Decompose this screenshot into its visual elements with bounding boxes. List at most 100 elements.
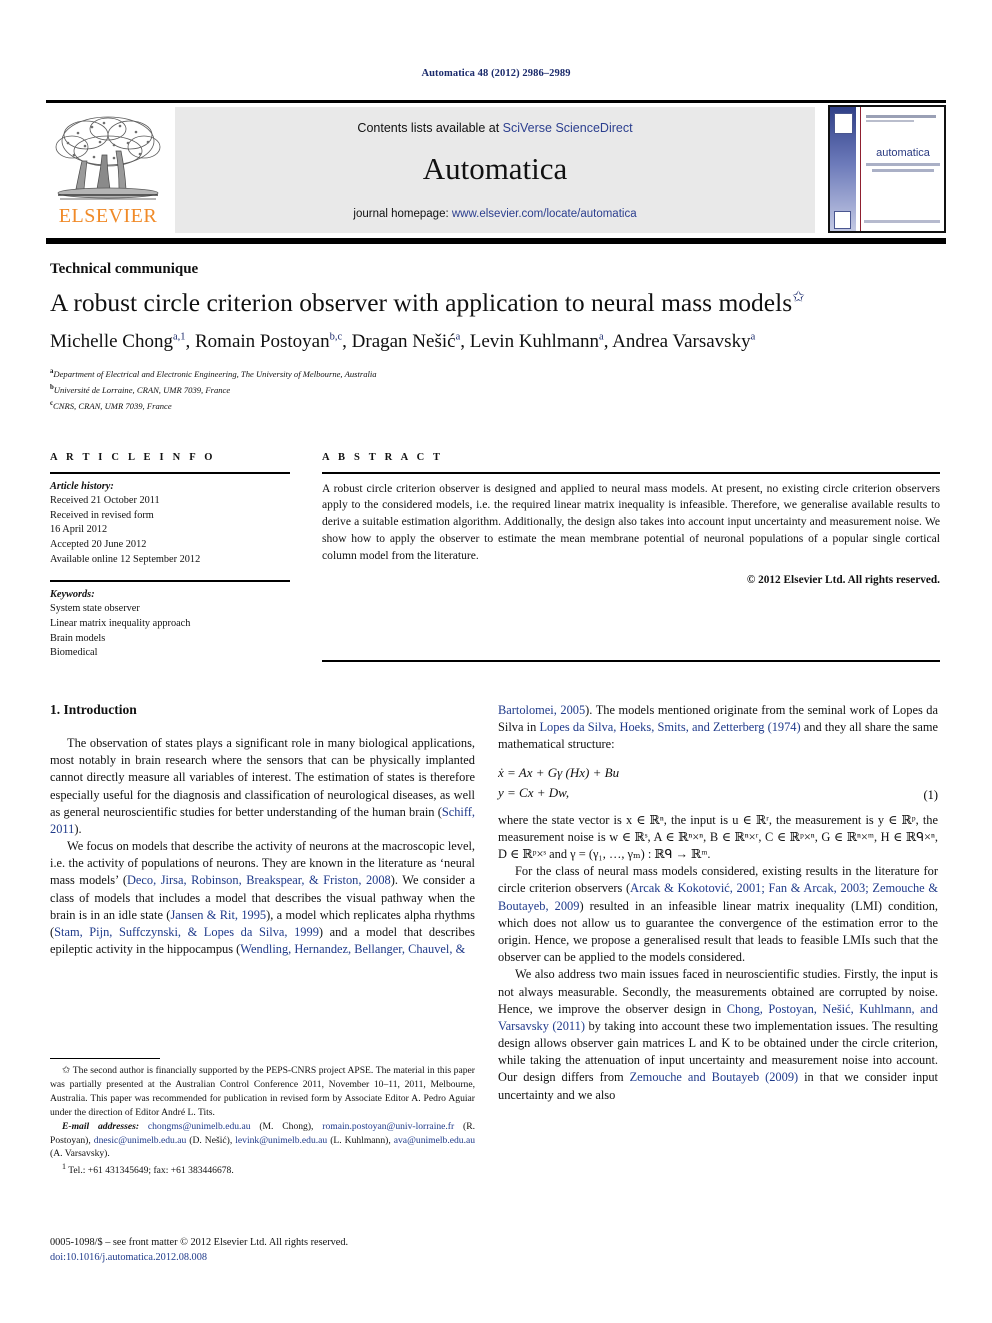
affiliation-list: aDepartment of Electrical and Electronic… (50, 366, 940, 413)
affiliation-text: Université de Lorraine, CRAN, UMR 7039, … (53, 384, 231, 395)
journal-banner: Contents lists available at SciVerse Sci… (175, 107, 815, 233)
body-paragraph: We focus on models that describe the act… (50, 838, 475, 958)
author-list: Michelle Chonga,1, Romain Postoyanb,c, D… (50, 331, 756, 352)
abstract-panel: A B S T R A C T A robust circle criterio… (322, 452, 940, 586)
cover-divider-rule (860, 107, 861, 231)
equation-line: y = Cx + Dw, (498, 784, 570, 800)
abstract-copyright: © 2012 Elsevier Ltd. All rights reserved… (746, 573, 940, 586)
email-link[interactable]: chongms@unimelb.edu.au (148, 1121, 251, 1132)
contents-line: Contents lists available at SciVerse Sci… (175, 121, 815, 135)
author-marks: b,c (329, 331, 343, 343)
keyword-item: Biomedical (50, 647, 98, 659)
author-marks: a (455, 331, 461, 343)
equation-1: ẋ = Ax + Gγ (Hx) + Bu y = Cx + Dw, (1) (498, 763, 938, 803)
author-name[interactable]: Levin Kuhlmann (470, 331, 599, 352)
sciencedirect-link[interactable]: SciVerse ScienceDirect (503, 121, 633, 135)
footnote-tel-text: Tel.: +61 431345649; fax: +61 383446678. (68, 1165, 234, 1177)
article-info-rule (50, 472, 290, 474)
keyword-item: System state observer (50, 603, 140, 615)
elsevier-logo: ELSEVIER (46, 107, 170, 233)
article-history-block: Article history: Received 21 October 201… (50, 480, 290, 568)
email-link[interactable]: ava@unimelb.edu.au (394, 1135, 475, 1146)
article-info-panel: A R T I C L E I N F O Article history: R… (50, 452, 290, 661)
history-item: Available online 12 September 2012 (50, 553, 201, 565)
author-marks: a (599, 331, 604, 343)
journal-masthead: ELSEVIER Contents lists available at Sci… (46, 105, 946, 234)
cover-subtitle-bar-1 (866, 163, 940, 166)
section-heading-introduction: 1. Introduction (50, 702, 137, 717)
author-name[interactable]: Andrea Varsavsky (612, 331, 750, 352)
article-info-heading: A R T I C L E I N F O (50, 452, 216, 463)
keywords-block: Keywords: System state observer Linear m… (50, 588, 290, 661)
citation-ref[interactable]: Deco, Jirsa, Robinson, Breakspear, & Fri… (127, 873, 391, 887)
citation-ref[interactable]: Lopes da Silva, Hoeks, Smits, and Zetter… (539, 720, 800, 734)
elsevier-wordmark: ELSEVIER (58, 205, 158, 227)
cover-bottom-badge-icon (834, 211, 851, 229)
keyword-item: Brain models (50, 632, 106, 644)
page-title: A robust circle criterion observer with … (50, 288, 940, 319)
cover-footer-bar (864, 220, 940, 223)
homepage-prefix: journal homepage: (353, 208, 452, 220)
elsevier-tree-icon (55, 116, 161, 200)
citation-ref[interactable]: Stam, Pijn, Suffczynski, & Lopes da Silv… (54, 925, 319, 939)
email-addresses-label: E-mail addresses: (62, 1120, 140, 1132)
email-owner: (L. Kuhlmann), (330, 1134, 391, 1146)
footnote-separator-rule (50, 1058, 160, 1060)
paragraph-tail: ). (74, 821, 82, 836)
body-column-left: 1. Introduction The observation of state… (50, 702, 475, 958)
citation-ref[interactable]: Bartolomei, 2005 (498, 703, 585, 717)
body-paragraph: We also address two main issues faced in… (498, 966, 938, 1103)
keywords-label: Keywords: (50, 588, 95, 600)
paper-page: Automatica 48 (2012) 2986–2989 ELSEVIER … (0, 0, 992, 1323)
cover-top-badge-icon (834, 113, 853, 134)
citation-ref[interactable]: Wendling, Hernandez, Bellanger, Chauvel,… (240, 942, 465, 956)
footnote-telephone: 1 Tel.: +61 431345649; fax: +61 38344667… (50, 1161, 475, 1178)
citation-ref[interactable]: Jansen & Rit, 1995 (170, 908, 266, 922)
contents-prefix: Contents lists available at (357, 121, 503, 135)
keywords-rule (50, 580, 290, 582)
email-link[interactable]: romain.postoyan@univ-lorraine.fr (322, 1121, 454, 1132)
journal-cover-thumbnail: automatica (828, 105, 946, 233)
cover-journal-name: automatica (876, 147, 930, 159)
homepage-link[interactable]: www.elsevier.com/locate/automatica (452, 208, 637, 220)
title-footnote-marker[interactable]: ✩ (792, 290, 805, 306)
abstract-heading: A B S T R A C T (322, 452, 444, 463)
imprint-block: 0005-1098/$ – see front matter © 2012 El… (50, 1236, 480, 1265)
email-owner: (M. Chong), (259, 1120, 314, 1132)
author-name[interactable]: Michelle Chong (50, 331, 173, 352)
abstract-text: A robust circle criterion observer is de… (322, 481, 940, 562)
email-link[interactable]: levink@unimelb.edu.au (235, 1135, 327, 1146)
footnote-star: ✩ The second author is financially suppo… (50, 1064, 475, 1120)
author-name[interactable]: Dragan Nešić (352, 331, 456, 352)
email-owner: (A. Varsavsky). (50, 1148, 110, 1160)
footnote-star-marker: ✩ (62, 1065, 71, 1076)
email-link[interactable]: dnesic@unimelb.edu.au (94, 1135, 187, 1146)
article-history-label: Article history: (50, 480, 114, 492)
body-paragraph: The observation of states plays a signif… (50, 735, 475, 838)
article-type-label: Technical communique (50, 261, 199, 277)
citation-ref[interactable]: Zemouche and Boutayeb (2009) (630, 1070, 799, 1084)
body-paragraph-definitions: where the state vector is x ∈ ℝⁿ, the in… (498, 812, 938, 862)
footnote-tel-marker: 1 (62, 1162, 66, 1172)
history-item: Accepted 20 June 2012 (50, 539, 147, 551)
footnote-star-text: The second author is financially support… (50, 1065, 475, 1119)
footnote-block: ✩ The second author is financially suppo… (50, 1064, 475, 1178)
issn-line: 0005-1098/$ – see front matter © 2012 El… (50, 1237, 349, 1248)
equation-number: (1) (923, 787, 938, 802)
paragraph-text: The observation of states plays a signif… (50, 736, 475, 819)
history-item: 16 April 2012 (50, 524, 108, 536)
footnote-emails: E-mail addresses: chongms@unimelb.edu.au… (50, 1120, 475, 1161)
body-column-right: Bartolomei, 2005). The models mentioned … (498, 702, 938, 1104)
equation-line: ẋ = Ax + Gγ (Hx) + Bu (498, 764, 620, 780)
journal-title: Automatica (422, 151, 568, 186)
masthead-top-rule (46, 100, 946, 103)
masthead-bottom-rule (46, 238, 946, 244)
affiliation-text: Department of Electrical and Electronic … (53, 368, 377, 379)
cover-header-bar (866, 115, 936, 118)
affiliation-item: cCNRS, CRAN, UMR 7039, France (50, 398, 940, 414)
history-item: Received 21 October 2011 (50, 495, 160, 507)
author-name[interactable]: Romain Postoyan (195, 331, 330, 352)
running-head: Automatica 48 (2012) 2986–2989 (421, 68, 571, 79)
doi-link[interactable]: doi:10.1016/j.automatica.2012.08.008 (50, 1251, 480, 1266)
affiliation-text: CNRS, CRAN, UMR 7039, France (53, 400, 172, 411)
